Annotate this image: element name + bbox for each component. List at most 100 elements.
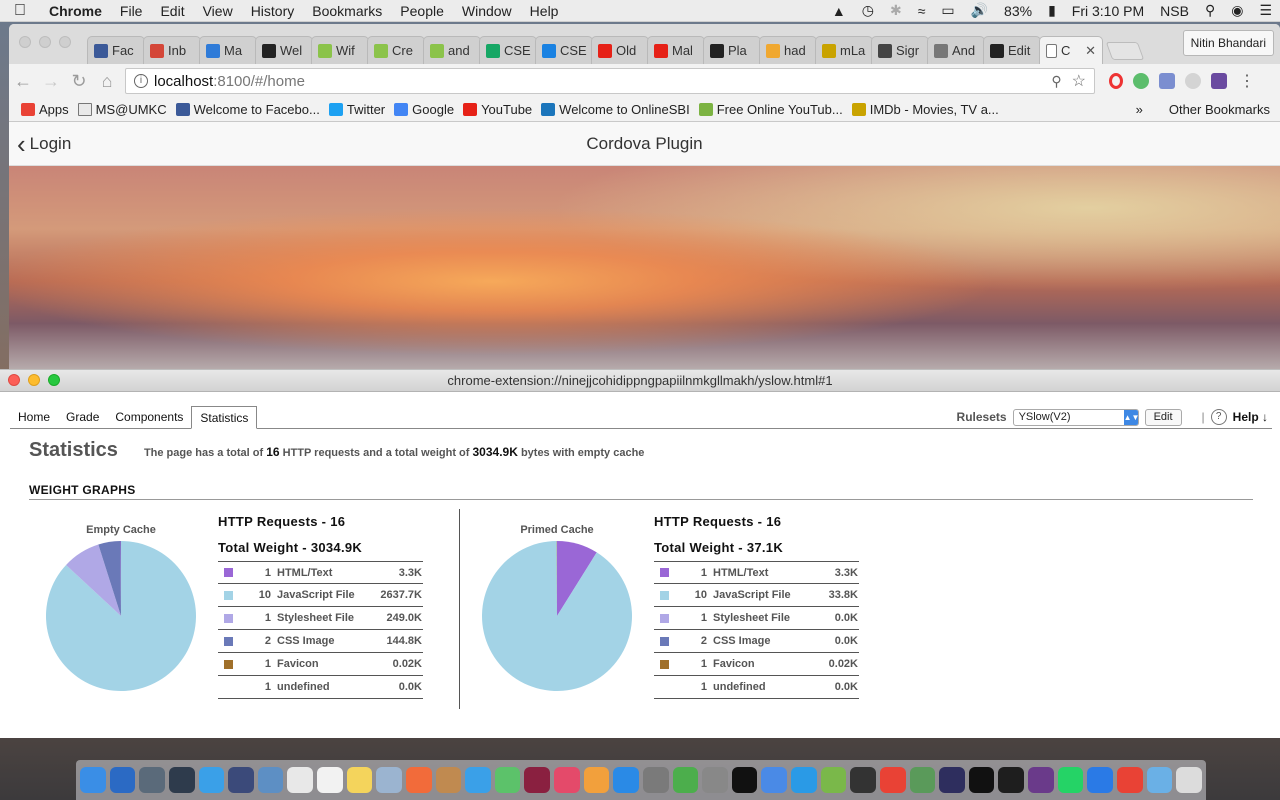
dock-app-icon[interactable] <box>791 767 817 793</box>
bookmark-item[interactable]: IMDb - Movies, TV a... <box>851 102 999 117</box>
home-button[interactable]: ⌂ <box>93 71 121 92</box>
other-bookmarks[interactable]: Other Bookmarks <box>1169 102 1270 117</box>
dock-app-icon[interactable] <box>554 767 580 793</box>
dock-app-icon[interactable] <box>583 767 610 793</box>
tab-active[interactable]: C ✕ <box>1039 36 1103 64</box>
browser-tab[interactable]: And <box>927 36 985 64</box>
bookmarks-overflow-button[interactable]: » <box>1136 102 1143 117</box>
dock-app-icon[interactable] <box>317 767 343 793</box>
dock-app-icon[interactable] <box>435 767 462 793</box>
yslow-extension-icon[interactable] <box>1211 73 1227 89</box>
menu-window[interactable]: Window <box>453 3 521 19</box>
dock-app-icon[interactable] <box>494 767 521 793</box>
bookmark-item[interactable]: YouTube <box>463 102 532 117</box>
browser-tab[interactable]: Inb <box>143 36 201 64</box>
new-tab-button[interactable] <box>1105 42 1145 60</box>
menu-history[interactable]: History <box>242 3 304 19</box>
dock-app-icon[interactable] <box>1176 767 1202 793</box>
notification-center-icon[interactable]: ☰ <box>1251 2 1280 19</box>
dock-app-icon[interactable] <box>168 767 195 793</box>
panel-zoom-button[interactable] <box>48 374 60 386</box>
dock-app-icon[interactable] <box>228 767 254 793</box>
ruleset-select[interactable]: YSlow(V2) ▲▼ <box>1012 408 1139 426</box>
chrome-menu-icon[interactable]: ⋮ <box>1239 71 1255 91</box>
profile-button[interactable]: Nitin Bhandari <box>1182 30 1274 56</box>
address-bar[interactable]: i localhost :8100/#/home ⚲ ☆ <box>125 68 1095 94</box>
dock-app-icon[interactable] <box>1087 767 1113 793</box>
browser-tab[interactable]: and <box>423 36 481 64</box>
browser-tab[interactable]: Ma <box>199 36 257 64</box>
dock-app-icon[interactable] <box>761 767 787 793</box>
tab-components[interactable]: Components <box>107 406 191 428</box>
key-icon[interactable]: ⚲ <box>1051 73 1061 90</box>
dock-app-icon[interactable] <box>257 767 284 793</box>
opera-extension-icon[interactable] <box>1109 73 1123 89</box>
dock-app-icon[interactable] <box>1116 767 1143 793</box>
forward-button[interactable]: → <box>37 71 65 92</box>
time-machine-icon[interactable]: ◷ <box>854 2 882 19</box>
siri-icon[interactable]: ◉ <box>1223 2 1251 19</box>
back-button[interactable]: ← <box>9 71 37 92</box>
dock-app-icon[interactable] <box>139 767 165 793</box>
bookmark-star-icon[interactable]: ☆ <box>1072 71 1086 91</box>
dock-app-icon[interactable] <box>939 767 965 793</box>
airplay-icon[interactable]: ▭ <box>933 2 962 19</box>
browser-tab[interactable]: Mal <box>647 36 705 64</box>
bookmark-item[interactable]: Welcome to OnlineSBI <box>541 102 690 117</box>
dock-app-icon[interactable] <box>1028 767 1054 793</box>
browser-tab[interactable]: Sigr <box>871 36 929 64</box>
battery-percent[interactable]: 83% <box>996 3 1040 19</box>
clock[interactable]: Fri 3:10 PM <box>1064 3 1152 19</box>
dock-app-icon[interactable] <box>968 767 995 793</box>
dock-app-icon[interactable] <box>109 767 136 793</box>
menu-bookmarks[interactable]: Bookmarks <box>303 3 391 19</box>
browser-tab[interactable]: Pla <box>703 36 761 64</box>
dock-app-icon[interactable] <box>80 767 106 793</box>
dock-app-icon[interactable] <box>346 767 373 793</box>
dock-app-icon[interactable] <box>909 767 936 793</box>
dock-app-icon[interactable] <box>879 767 906 793</box>
dock-app-icon[interactable] <box>1146 767 1173 793</box>
browser-tab[interactable]: Fac <box>87 36 145 64</box>
user-menu[interactable]: NSB <box>1152 3 1197 19</box>
close-tab-icon[interactable]: ✕ <box>1085 43 1096 59</box>
volume-icon[interactable]: 🔊 <box>963 2 996 19</box>
menu-view[interactable]: View <box>194 3 242 19</box>
bookmark-item[interactable]: Google <box>394 102 454 117</box>
tab-statistics[interactable]: Statistics <box>191 406 258 429</box>
panel-minimize-button[interactable] <box>28 374 40 386</box>
dock-app-icon[interactable] <box>850 767 876 793</box>
spotlight-icon[interactable]: ⚲ <box>1197 2 1223 19</box>
bookmark-item[interactable]: Free Online YouTub... <box>698 102 843 117</box>
dock-app-icon[interactable] <box>731 767 758 793</box>
bookmark-item[interactable]: MS@UMKC <box>77 102 167 117</box>
menu-help[interactable]: Help <box>521 3 568 19</box>
dock-app-icon[interactable] <box>642 767 669 793</box>
browser-tab[interactable]: CSE <box>535 36 593 64</box>
battery-icon[interactable]: ▮ <box>1040 2 1064 19</box>
back-to-login-button[interactable]: ‹ Login <box>9 131 71 157</box>
minimize-window-button[interactable] <box>39 36 51 48</box>
dock-app-icon[interactable] <box>465 767 491 793</box>
help-link[interactable]: Help ↓ <box>1233 410 1268 424</box>
cloud-extension-icon[interactable] <box>1185 73 1201 89</box>
dock-app-icon[interactable] <box>287 767 313 793</box>
bookmark-item[interactable]: Apps <box>21 102 69 117</box>
drive-icon[interactable]: ▲ <box>824 3 854 19</box>
reload-button[interactable]: ↻ <box>65 71 93 92</box>
browser-tab[interactable]: Cre <box>367 36 425 64</box>
edit-ruleset-button[interactable]: Edit <box>1144 408 1182 426</box>
dock-app-icon[interactable] <box>376 767 402 793</box>
menu-edit[interactable]: Edit <box>151 3 193 19</box>
z-extension-icon[interactable] <box>1159 73 1175 89</box>
app-menu-chrome[interactable]: Chrome <box>40 3 111 19</box>
dock-app-icon[interactable] <box>702 767 728 793</box>
bookmark-item[interactable]: Twitter <box>328 102 385 117</box>
bookmark-item[interactable]: Welcome to Facebo... <box>175 102 320 117</box>
green-extension-icon[interactable] <box>1133 73 1149 89</box>
dock-app-icon[interactable] <box>1057 767 1084 793</box>
bluetooth-icon[interactable]: ✱ <box>882 2 910 19</box>
help-icon[interactable]: ? <box>1210 409 1227 425</box>
dock-app-icon[interactable] <box>998 767 1024 793</box>
menu-file[interactable]: File <box>111 3 152 19</box>
